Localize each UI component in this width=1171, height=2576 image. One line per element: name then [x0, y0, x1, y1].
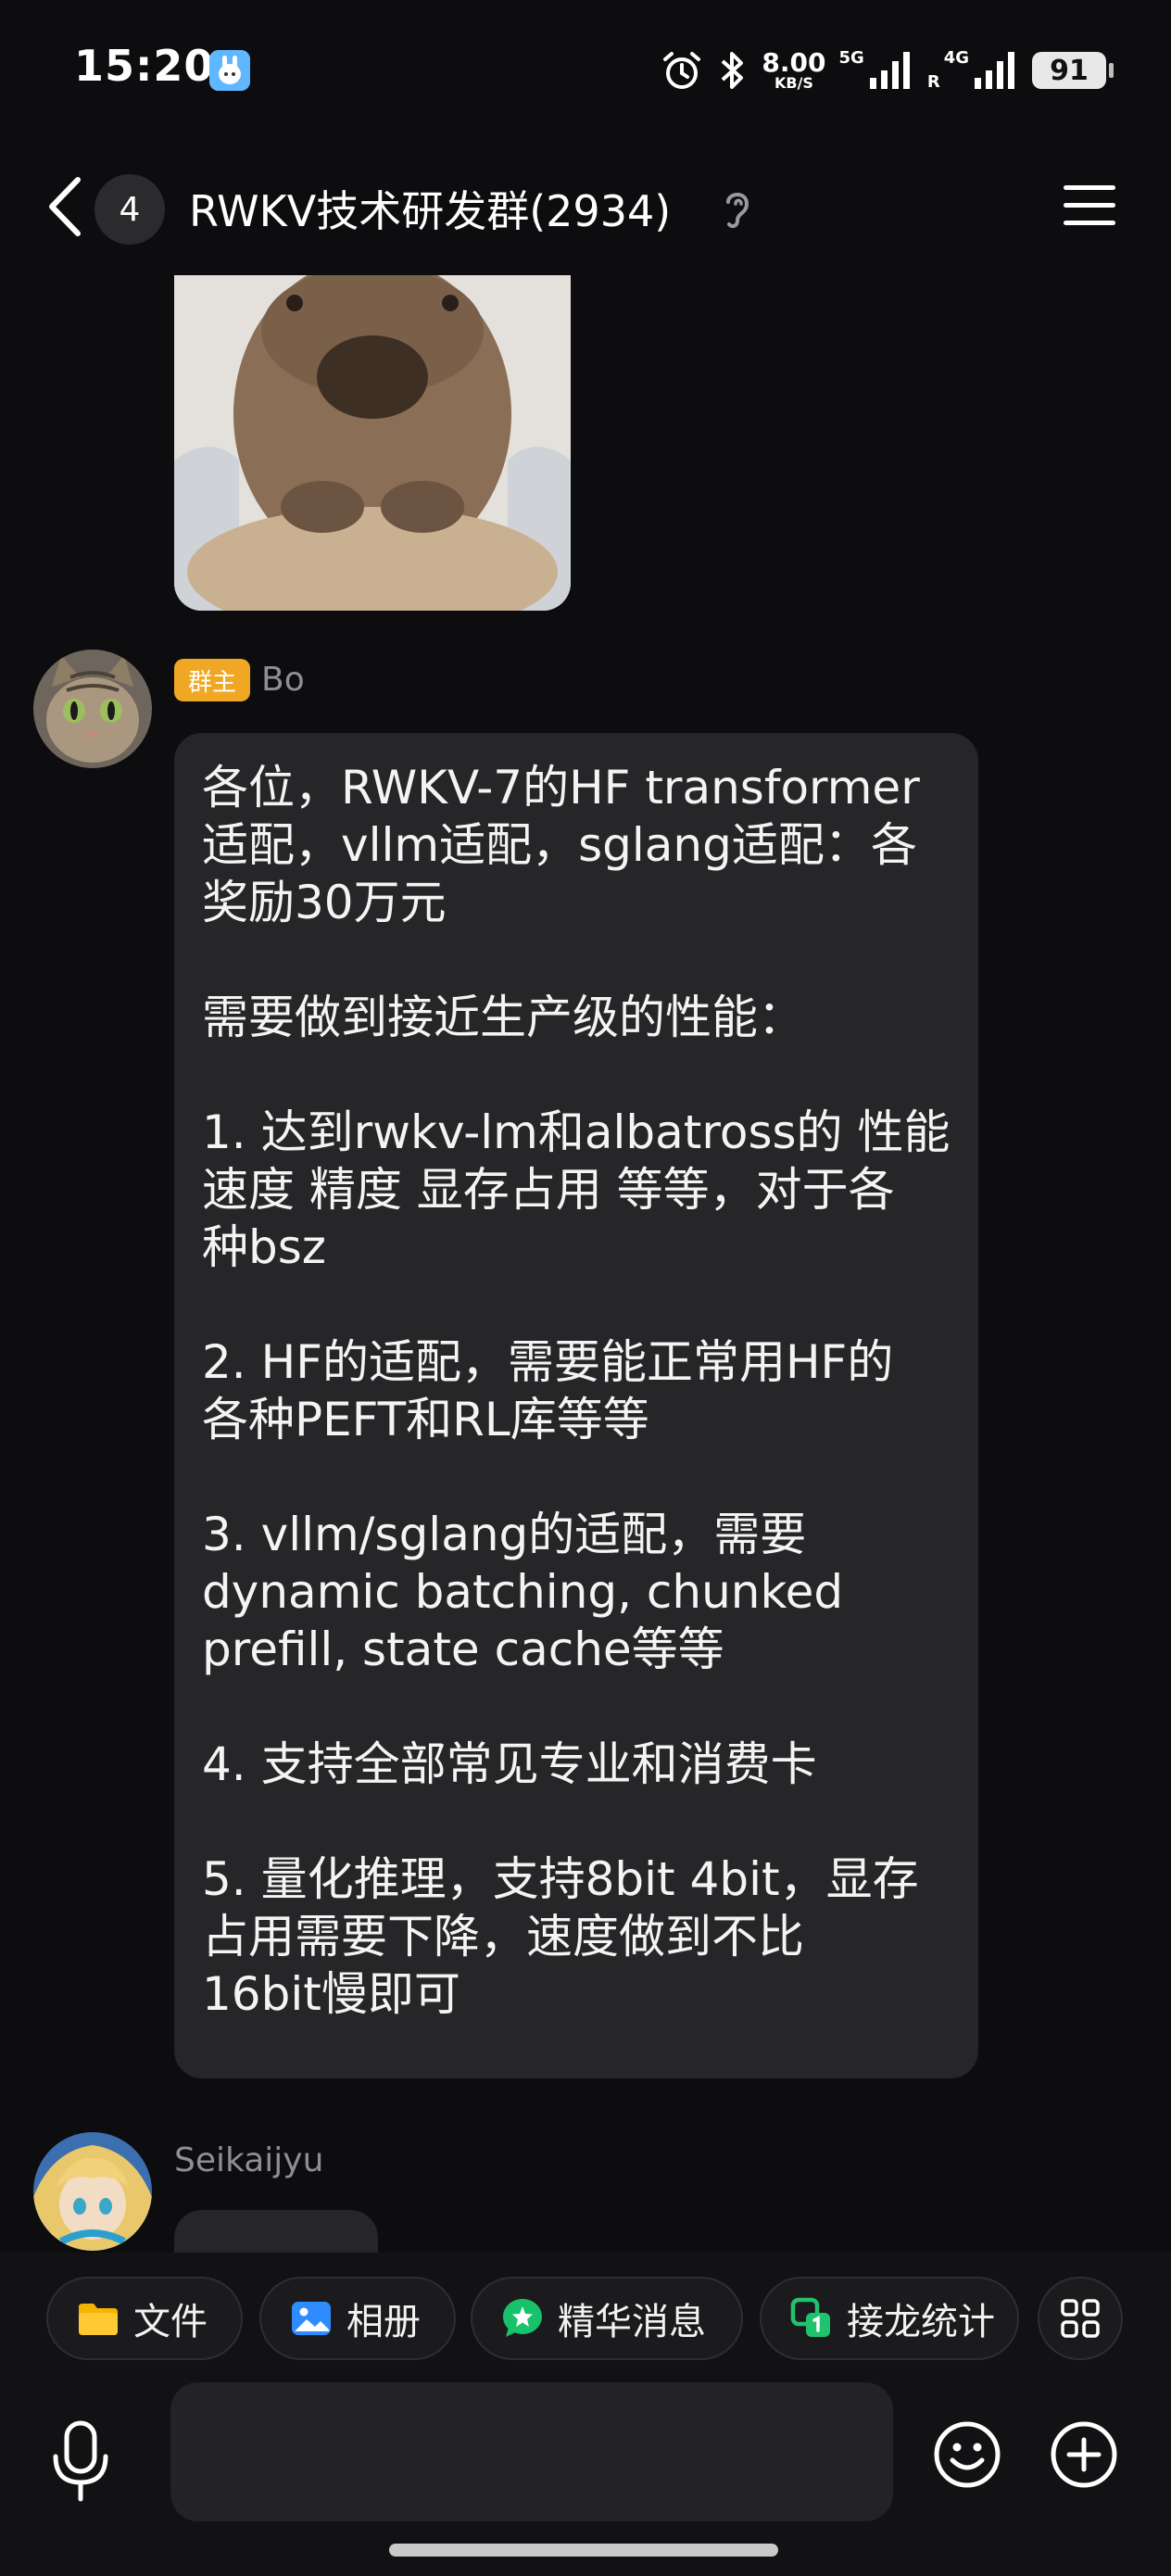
- shortcut-album-button[interactable]: 相册: [259, 2277, 456, 2360]
- message-paragraph-gap: [202, 1276, 951, 1333]
- emoji-icon[interactable]: [932, 2419, 1002, 2490]
- grid-icon: [1061, 2299, 1100, 2338]
- owner-badge: 群主: [174, 659, 250, 701]
- message-paragraph-gap: [202, 1448, 951, 1506]
- chat-header: 4 RWKV技术研发群(2934): [0, 139, 1171, 273]
- avatar-seikaijyu[interactable]: [33, 2132, 152, 2251]
- message-line: 各位，RWKV-7的HF transformer: [202, 761, 920, 814]
- message-input[interactable]: [170, 2382, 893, 2521]
- status-icons: 8.00 KB/S 5G R 4G 91: [660, 44, 1114, 96]
- microphone-icon[interactable]: [48, 2419, 113, 2503]
- message-line: 2. HF的适配，需要能正常用HF的: [202, 1335, 894, 1389]
- photo-icon: [292, 2302, 331, 2335]
- message-paragraph-gap: [202, 1046, 951, 1104]
- message-bubble[interactable]: 各位，RWKV-7的HF transformer 适配，vllm适配，sglang…: [174, 733, 978, 2078]
- message-line: dynamic batching, chunked: [202, 1565, 844, 1619]
- sender-name: Seikaijyu: [174, 2141, 324, 2179]
- message-line: 16bit慢即可: [202, 1967, 460, 2021]
- folder-icon: [79, 2304, 118, 2335]
- input-bar: [0, 2382, 1171, 2576]
- menu-icon[interactable]: [1062, 180, 1117, 232]
- message-bubble[interactable]: [174, 2210, 378, 2253]
- avatar-bo[interactable]: [33, 650, 152, 768]
- sender-name: Bo: [261, 661, 305, 699]
- message-line: 速度 精度 显存占用 等等，对于各: [202, 1163, 895, 1217]
- message-line: 5. 量化推理，支持8bit 4bit，显存: [202, 1852, 919, 1906]
- message-line: prefill, state cache等等: [202, 1623, 724, 1676]
- page-title[interactable]: RWKV技术研发群(2934): [189, 178, 671, 239]
- message-line: 奖励30万元: [202, 876, 447, 929]
- battery-icon: 91: [1032, 52, 1114, 89]
- signal-5g-icon: 5G: [839, 50, 914, 91]
- shortcut-essence-button[interactable]: 精华消息: [471, 2277, 743, 2360]
- message-line: 1. 达到rwkv-lm和albatross的 性能: [202, 1105, 951, 1159]
- message-line: 种bsz: [202, 1220, 327, 1274]
- message-line: 适配，vllm适配，sglang适配：各: [202, 818, 917, 872]
- shortcut-bar: 文件 相册 精华消息 接龙统计: [0, 2253, 1171, 2382]
- status-time: 15:20: [74, 41, 215, 91]
- chain-icon: [790, 2297, 830, 2337]
- signal-4g-icon: R 4G: [927, 50, 1019, 91]
- ear-icon[interactable]: [719, 185, 756, 232]
- app-notification-icon: [209, 50, 250, 91]
- bluetooth-icon: [722, 52, 744, 89]
- message-paragraph-gap: [202, 1793, 951, 1850]
- home-indicator[interactable]: [389, 2544, 778, 2557]
- message-line: 需要做到接近生产级的性能：: [202, 991, 804, 1044]
- plus-icon[interactable]: [1049, 2419, 1119, 2490]
- chat-message-list[interactable]: 群主 Bo 各位，RWKV-7的HF transformer 适配，vllm适配，…: [0, 275, 1171, 2253]
- message-paragraph-gap: [202, 1678, 951, 1736]
- message-line: 各种PEFT和RL库等等: [202, 1393, 649, 1446]
- message-line: 4. 支持全部常见专业和消费卡: [202, 1737, 817, 1791]
- alarm-icon: [663, 52, 701, 89]
- status-bar: 15:20 8.00 KB/S 5G R 4G 91: [0, 0, 1171, 139]
- back-button[interactable]: [37, 172, 93, 241]
- shortcut-file-button[interactable]: 文件: [46, 2277, 243, 2360]
- net-speed: 8.00 KB/S: [762, 47, 826, 92]
- message-paragraph-gap: [202, 931, 951, 989]
- message-line: 3. vllm/sglang的适配，需要: [202, 1508, 807, 1561]
- shortcut-chain-button[interactable]: 接龙统计: [760, 2277, 1019, 2360]
- more-apps-button[interactable]: [1038, 2277, 1123, 2360]
- star-chat-icon: [503, 2299, 542, 2337]
- unread-count-badge[interactable]: 4: [94, 174, 165, 245]
- message-line: 占用需要下降，速度做到不比: [202, 1910, 804, 1964]
- back-chevron-icon: [49, 177, 81, 236]
- capybara-sticker[interactable]: [174, 275, 571, 611]
